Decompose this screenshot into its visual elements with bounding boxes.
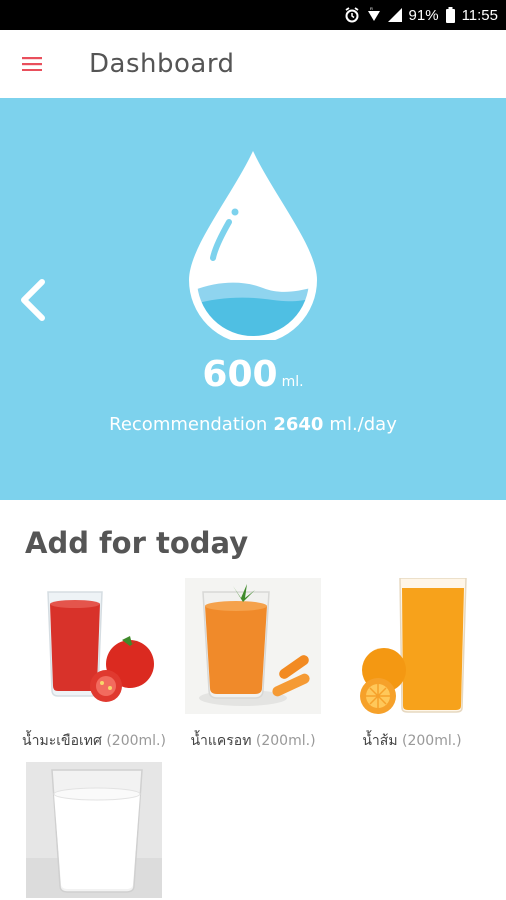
drink-card-carrot-juice[interactable]: น้ำแครอท (200ml.) bbox=[173, 578, 333, 752]
intake-unit: ml. bbox=[281, 374, 304, 390]
intake-amount: 600 ml. bbox=[0, 354, 506, 395]
app-bar: Dashboard bbox=[0, 30, 506, 98]
battery-icon bbox=[445, 6, 455, 24]
hamburger-icon bbox=[22, 57, 42, 71]
status-bar: R 91% 11:55 bbox=[0, 0, 506, 30]
chevron-left-icon bbox=[21, 279, 45, 321]
section-title: Add for today bbox=[25, 526, 249, 560]
milk-icon bbox=[26, 762, 162, 898]
carrot-juice-icon bbox=[185, 578, 321, 714]
water-drop-icon bbox=[188, 151, 318, 340]
drink-label: น้ำแครอท (200ml.) bbox=[190, 733, 316, 749]
recommendation: Recommendation 2640 ml./day bbox=[0, 414, 506, 435]
recommendation-label: Recommendation bbox=[109, 414, 268, 435]
recommendation-unit: ml./day bbox=[329, 414, 397, 435]
alarm-icon bbox=[344, 6, 360, 24]
menu-button[interactable] bbox=[0, 30, 64, 98]
svg-text:R: R bbox=[370, 7, 373, 11]
orange-juice-icon bbox=[344, 578, 480, 714]
wifi-icon: R bbox=[367, 6, 381, 24]
intake-value: 600 bbox=[202, 354, 278, 395]
tomato-juice-icon bbox=[26, 578, 162, 714]
water-intake-panel: 600 ml. Recommendation 2640 ml./day bbox=[0, 98, 506, 500]
page-title: Dashboard bbox=[89, 49, 235, 79]
previous-day-button[interactable] bbox=[10, 274, 54, 326]
drink-card-tomato-juice[interactable]: น้ำมะเขือเทศ (200ml.) bbox=[14, 578, 174, 752]
drink-label: น้ำมะเขือเทศ (200ml.) bbox=[22, 733, 166, 749]
signal-icon bbox=[387, 6, 402, 24]
recommendation-value: 2640 bbox=[273, 414, 324, 435]
drink-card-orange-juice[interactable]: น้ำส้ม (200ml.) bbox=[332, 578, 492, 752]
drink-label: น้ำส้ม (200ml.) bbox=[362, 733, 462, 749]
drink-card-milk[interactable] bbox=[14, 762, 174, 898]
battery-percent: 91% bbox=[408, 6, 439, 24]
clock: 11:55 bbox=[461, 6, 498, 24]
